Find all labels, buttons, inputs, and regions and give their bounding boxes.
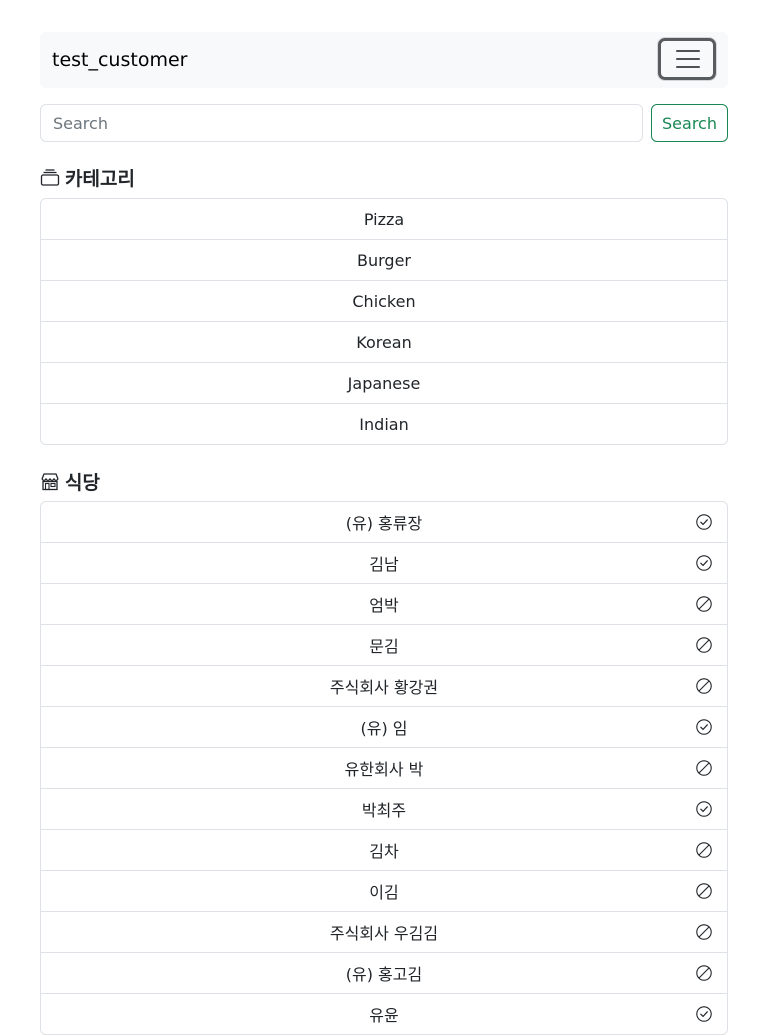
slash-circle-icon — [696, 924, 712, 940]
restaurant-name: 주식회사 우김김 — [329, 924, 439, 943]
category-item[interactable]: Pizza — [41, 199, 727, 239]
restaurant-name: (유) 임 — [360, 719, 408, 738]
categories-title: 카테고리 — [65, 167, 135, 190]
check-circle-icon — [696, 801, 712, 817]
restaurant-name: 유한회사 박 — [344, 760, 424, 779]
check-circle-icon — [696, 555, 712, 571]
category-item[interactable]: Chicken — [41, 280, 727, 321]
search-button[interactable]: Search — [651, 104, 728, 142]
restaurant-name: 엄박 — [369, 596, 399, 615]
stack-icon — [40, 169, 60, 186]
restaurant-item[interactable]: (유) 홍고김 — [41, 952, 727, 993]
restaurant-item[interactable]: 엄박 — [41, 583, 727, 624]
slash-circle-icon — [696, 965, 712, 981]
restaurant-item[interactable]: 이김 — [41, 870, 727, 911]
restaurant-name: 이김 — [369, 883, 399, 902]
restaurants-heading: 식당 — [40, 469, 100, 494]
restaurant-name: 김차 — [369, 842, 399, 861]
categories-heading: 카테고리 — [40, 165, 135, 190]
slash-circle-icon — [696, 883, 712, 899]
slash-circle-icon — [696, 842, 712, 858]
restaurant-list: (유) 홍류장김남엄박문김주식회사 황강권 (유) 임유한회사 박박최주김차이김주… — [40, 501, 728, 1035]
navbar-brand[interactable]: test_customer — [52, 48, 187, 72]
restaurant-name: (유) 홍류장 — [345, 514, 423, 533]
slash-circle-icon — [696, 760, 712, 776]
category-item[interactable]: Burger — [41, 239, 727, 280]
restaurant-name: 박최주 — [361, 801, 407, 820]
check-circle-icon — [696, 719, 712, 735]
navbar: test_customer — [40, 32, 728, 88]
restaurant-name: 유윤 — [369, 1006, 399, 1025]
restaurant-item[interactable]: 박최주 — [41, 788, 727, 829]
restaurant-item[interactable]: 유윤 — [41, 993, 727, 1034]
restaurant-item[interactable]: (유) 임 — [41, 706, 727, 747]
restaurant-item[interactable]: 유한회사 박 — [41, 747, 727, 788]
category-item[interactable]: Japanese — [41, 362, 727, 403]
search-input[interactable] — [40, 104, 643, 142]
restaurant-name: 주식회사 황강권 — [329, 678, 439, 697]
restaurants-title: 식당 — [65, 471, 100, 494]
restaurant-name: 문김 — [369, 637, 399, 656]
category-list: Pizza Burger Chicken Korean Japanese Indian — [40, 198, 728, 445]
slash-circle-icon — [696, 678, 712, 694]
check-circle-icon — [696, 1006, 712, 1022]
category-item[interactable]: Indian — [41, 403, 727, 444]
restaurant-item[interactable]: 김차 — [41, 829, 727, 870]
shop-icon — [41, 473, 59, 491]
restaurant-item[interactable]: (유) 홍류장 — [41, 502, 727, 542]
check-circle-icon — [696, 514, 712, 530]
slash-circle-icon — [696, 596, 712, 612]
restaurant-name: (유) 홍고김 — [345, 965, 423, 984]
restaurant-item[interactable]: 주식회사 황강권 — [41, 665, 727, 706]
restaurant-item[interactable]: 김남 — [41, 542, 727, 583]
category-item[interactable]: Korean — [41, 321, 727, 362]
navbar-toggle-button[interactable] — [658, 38, 716, 80]
restaurant-name: 김남 — [369, 555, 399, 574]
slash-circle-icon — [696, 637, 712, 653]
restaurant-item[interactable]: 주식회사 우김김 — [41, 911, 727, 952]
restaurant-item[interactable]: 문김 — [41, 624, 727, 665]
